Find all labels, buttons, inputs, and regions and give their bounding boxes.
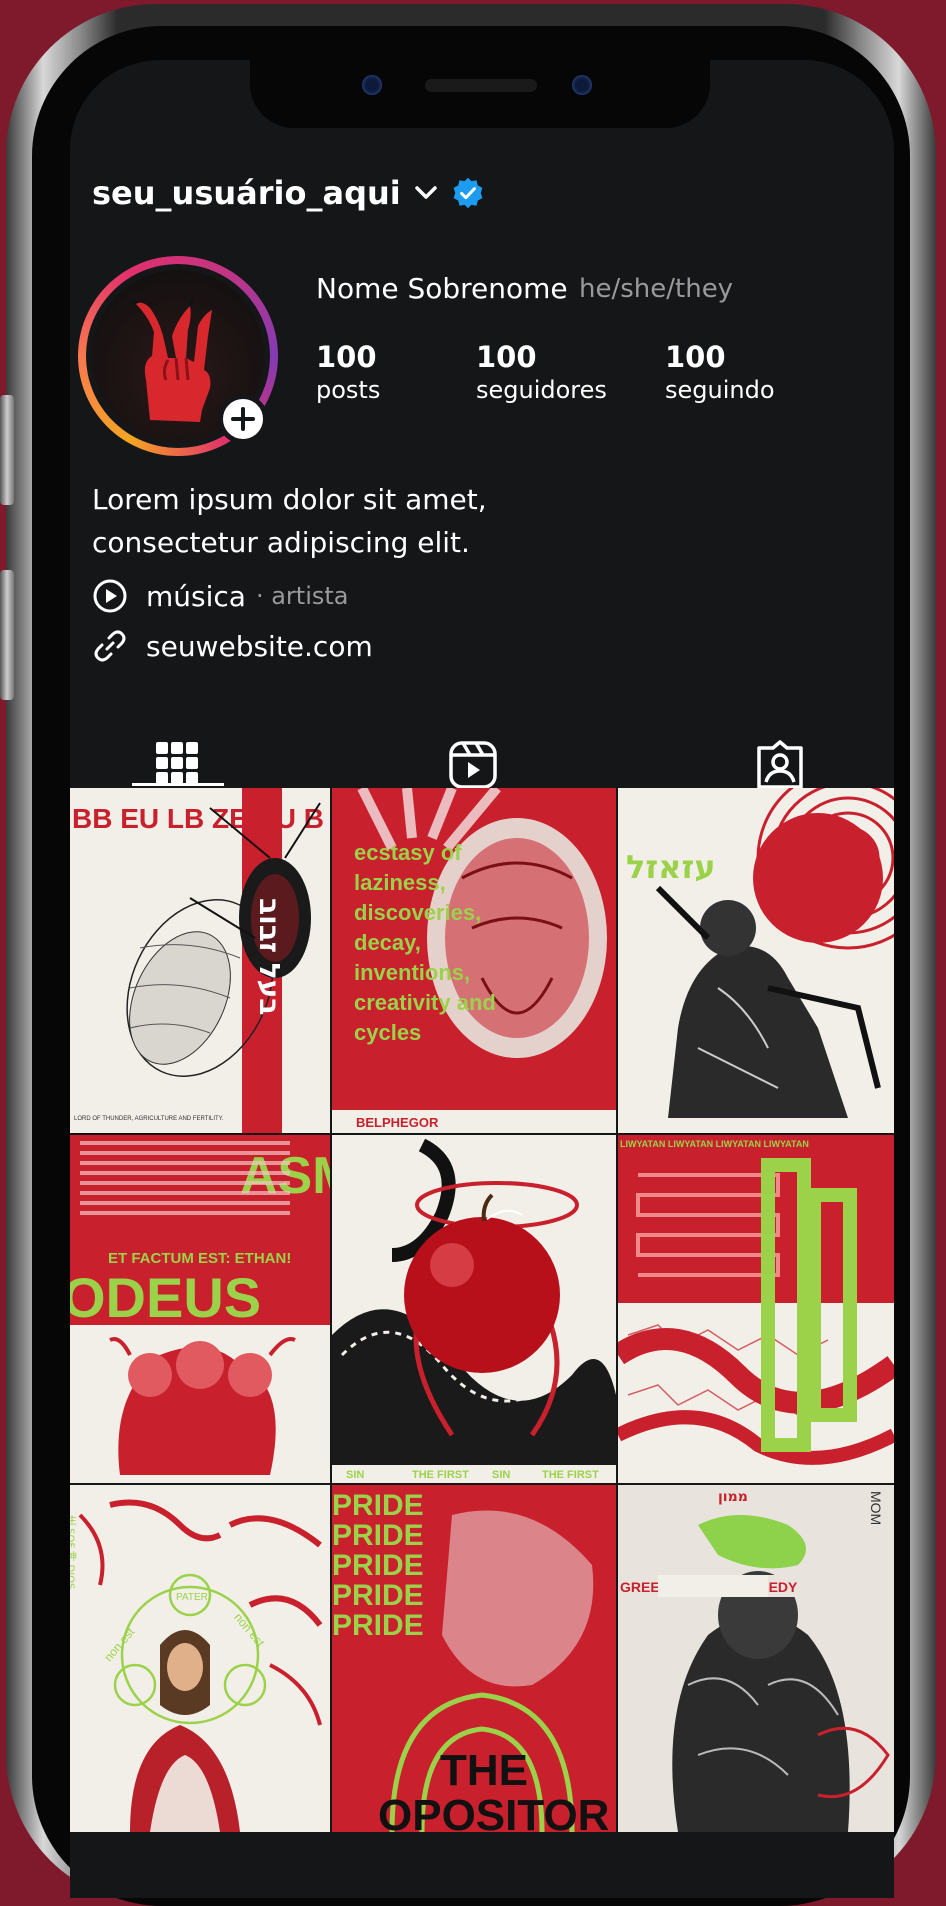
post-9-hebrew: ממון: [718, 1489, 748, 1505]
post-8-pride-2: PRIDE: [332, 1519, 424, 1552]
display-name: Nome Sobrenome: [316, 272, 568, 305]
post-3-hebrew: עזאזל: [626, 848, 716, 886]
post-8-bottom-1: THE: [440, 1746, 528, 1795]
post-2-artwork: ecstasy of laziness, discoveries, decay,…: [332, 788, 616, 1133]
bio: Lorem ipsum dolor sit amet, consectetur …: [92, 478, 487, 564]
post-1-caption: LORD OF THUNDER, AGRICULTURE AND FERTILI…: [74, 1116, 224, 1122]
post-4-artwork: ASMO ET FACTUM EST: ETHAN! ODEUS: [70, 1135, 330, 1475]
website-link[interactable]: seuwebsite.com: [146, 630, 373, 663]
post-5-footer-2: THE FIRST: [412, 1469, 469, 1481]
chevron-down-icon[interactable]: [414, 186, 437, 200]
category-label: música: [146, 579, 246, 613]
phone-screen: seu_usuário_aqui Nome Sobrenome he/she/t…: [70, 60, 894, 1898]
post-7-ring-right: non est: [231, 1610, 267, 1650]
post-tile-8[interactable]: PRIDE PRIDE PRIDE PRIDE PRIDE THE OPOSIT…: [332, 1485, 616, 1832]
post-8-bottom-2: OPOSITOR: [378, 1791, 609, 1832]
post-5-footer-4: THE FIRST: [542, 1469, 599, 1481]
front-camera-icon: [362, 75, 382, 95]
stat-value: 100: [665, 340, 726, 374]
post-8-pride-5: PRIDE: [332, 1609, 424, 1642]
verified-badge-icon: [453, 177, 483, 209]
post-4-top: ASMO: [240, 1147, 330, 1205]
post-tile-9[interactable]: ממון MOM GREEDYGREEDYGREEDY: [618, 1485, 894, 1832]
post-7-artwork: PATER non est non est 主 SOF 神 DIOS: [70, 1499, 323, 1832]
stat-label: seguidores: [476, 376, 607, 404]
post-6-artwork: LIWYATAN LIWYATAN LIWYATAN LIWYATAN: [618, 1139, 894, 1483]
category-row: música · artista: [92, 578, 348, 614]
post-tile-7[interactable]: PATER non est non est 主 SOF 神 DIOS: [70, 1485, 330, 1832]
post-tile-1[interactable]: BB EU LB ZE BU B בעל זבוב LORD OF THUNDE…: [70, 788, 330, 1133]
post-5-footer-1: SIN: [346, 1469, 364, 1481]
post-9-artwork: ממון MOM GREEDYGREEDYGREEDY: [618, 1489, 894, 1832]
bio-line: consectetur adipiscing elit.: [92, 526, 470, 559]
add-story-button[interactable]: [218, 394, 268, 444]
avatar-story-ring[interactable]: [78, 256, 278, 456]
post-8-pride-4: PRIDE: [332, 1579, 424, 1612]
stat-following[interactable]: 100 seguindo: [665, 340, 775, 404]
post-2-text: ecstasy of laziness, discoveries, decay,…: [354, 840, 496, 1045]
post-7-ring-top: PATER: [176, 1592, 208, 1603]
post-1-hebrew: בעל זבוב: [253, 898, 286, 1015]
post-5-artwork: SIN THE FIRST SIN THE FIRST: [332, 1138, 616, 1483]
pronouns: he/she/they: [579, 274, 734, 304]
stat-posts[interactable]: 100 posts: [316, 340, 380, 404]
face-sensor-icon: [572, 75, 592, 95]
post-1-letters: BB EU LB ZE BU B: [72, 803, 324, 834]
stat-value: 100: [316, 340, 377, 374]
post-3-artwork: עזאזל: [626, 788, 894, 1118]
post-2-footer: BELPHEGOR: [356, 1115, 439, 1130]
stat-label: posts: [316, 376, 381, 404]
post-tile-3[interactable]: עזאזל: [618, 788, 894, 1133]
post-9-side: MOM: [868, 1491, 884, 1525]
tab-reels[interactable]: [448, 740, 498, 794]
post-tile-4[interactable]: ASMO ET FACTUM EST: ETHAN! ODEUS: [70, 1135, 330, 1483]
post-8-artwork: PRIDE PRIDE PRIDE PRIDE PRIDE THE OPOSIT…: [332, 1489, 609, 1832]
post-4-big: ODEUS: [70, 1266, 261, 1329]
bio-line: Lorem ipsum dolor sit amet,: [92, 483, 487, 516]
post-5-footer-3: SIN: [492, 1469, 510, 1481]
post-1-artwork: BB EU LB ZE BU B בעל זבוב LORD OF THUNDE…: [72, 788, 324, 1133]
reels-icon: [449, 741, 497, 789]
category-sublabel: · artista: [255, 582, 349, 610]
post-tile-6[interactable]: LIWYATAN LIWYATAN LIWYATAN LIWYATAN: [618, 1135, 894, 1483]
post-4-mid: ET FACTUM EST: ETHAN!: [108, 1250, 291, 1267]
speaker-grille: [425, 79, 537, 92]
website-row[interactable]: seuwebsite.com: [92, 628, 373, 664]
post-tile-2[interactable]: ecstasy of laziness, discoveries, decay,…: [332, 788, 616, 1133]
post-tile-5[interactable]: SIN THE FIRST SIN THE FIRST: [332, 1135, 616, 1483]
svg-text:主 SOF 神 DIOS: 主 SOF 神 DIOS: [70, 1515, 77, 1590]
username: seu_usuário_aqui: [92, 174, 401, 212]
volume-up-button: [0, 395, 14, 505]
notch: [250, 60, 710, 128]
plus-icon: [231, 407, 255, 431]
profile-header[interactable]: seu_usuário_aqui: [92, 174, 485, 212]
active-tab-indicator: [132, 783, 224, 786]
link-icon: [94, 630, 126, 662]
post-8-pride-3: PRIDE: [332, 1549, 424, 1582]
post-6-band: LIWYATAN LIWYATAN LIWYATAN LIWYATAN: [620, 1139, 809, 1149]
stat-label: seguindo: [665, 376, 775, 404]
post-7-ring-left: non est: [101, 1625, 137, 1665]
grid-icon: [156, 742, 198, 784]
tab-tagged[interactable]: [755, 740, 805, 794]
play-circle-icon: [93, 579, 127, 613]
stat-value: 100: [476, 340, 537, 374]
tagged-icon: [757, 740, 803, 789]
stat-followers[interactable]: 100 seguidores: [476, 340, 607, 404]
volume-down-button: [0, 570, 14, 700]
post-8-pride-1: PRIDE: [332, 1489, 424, 1522]
